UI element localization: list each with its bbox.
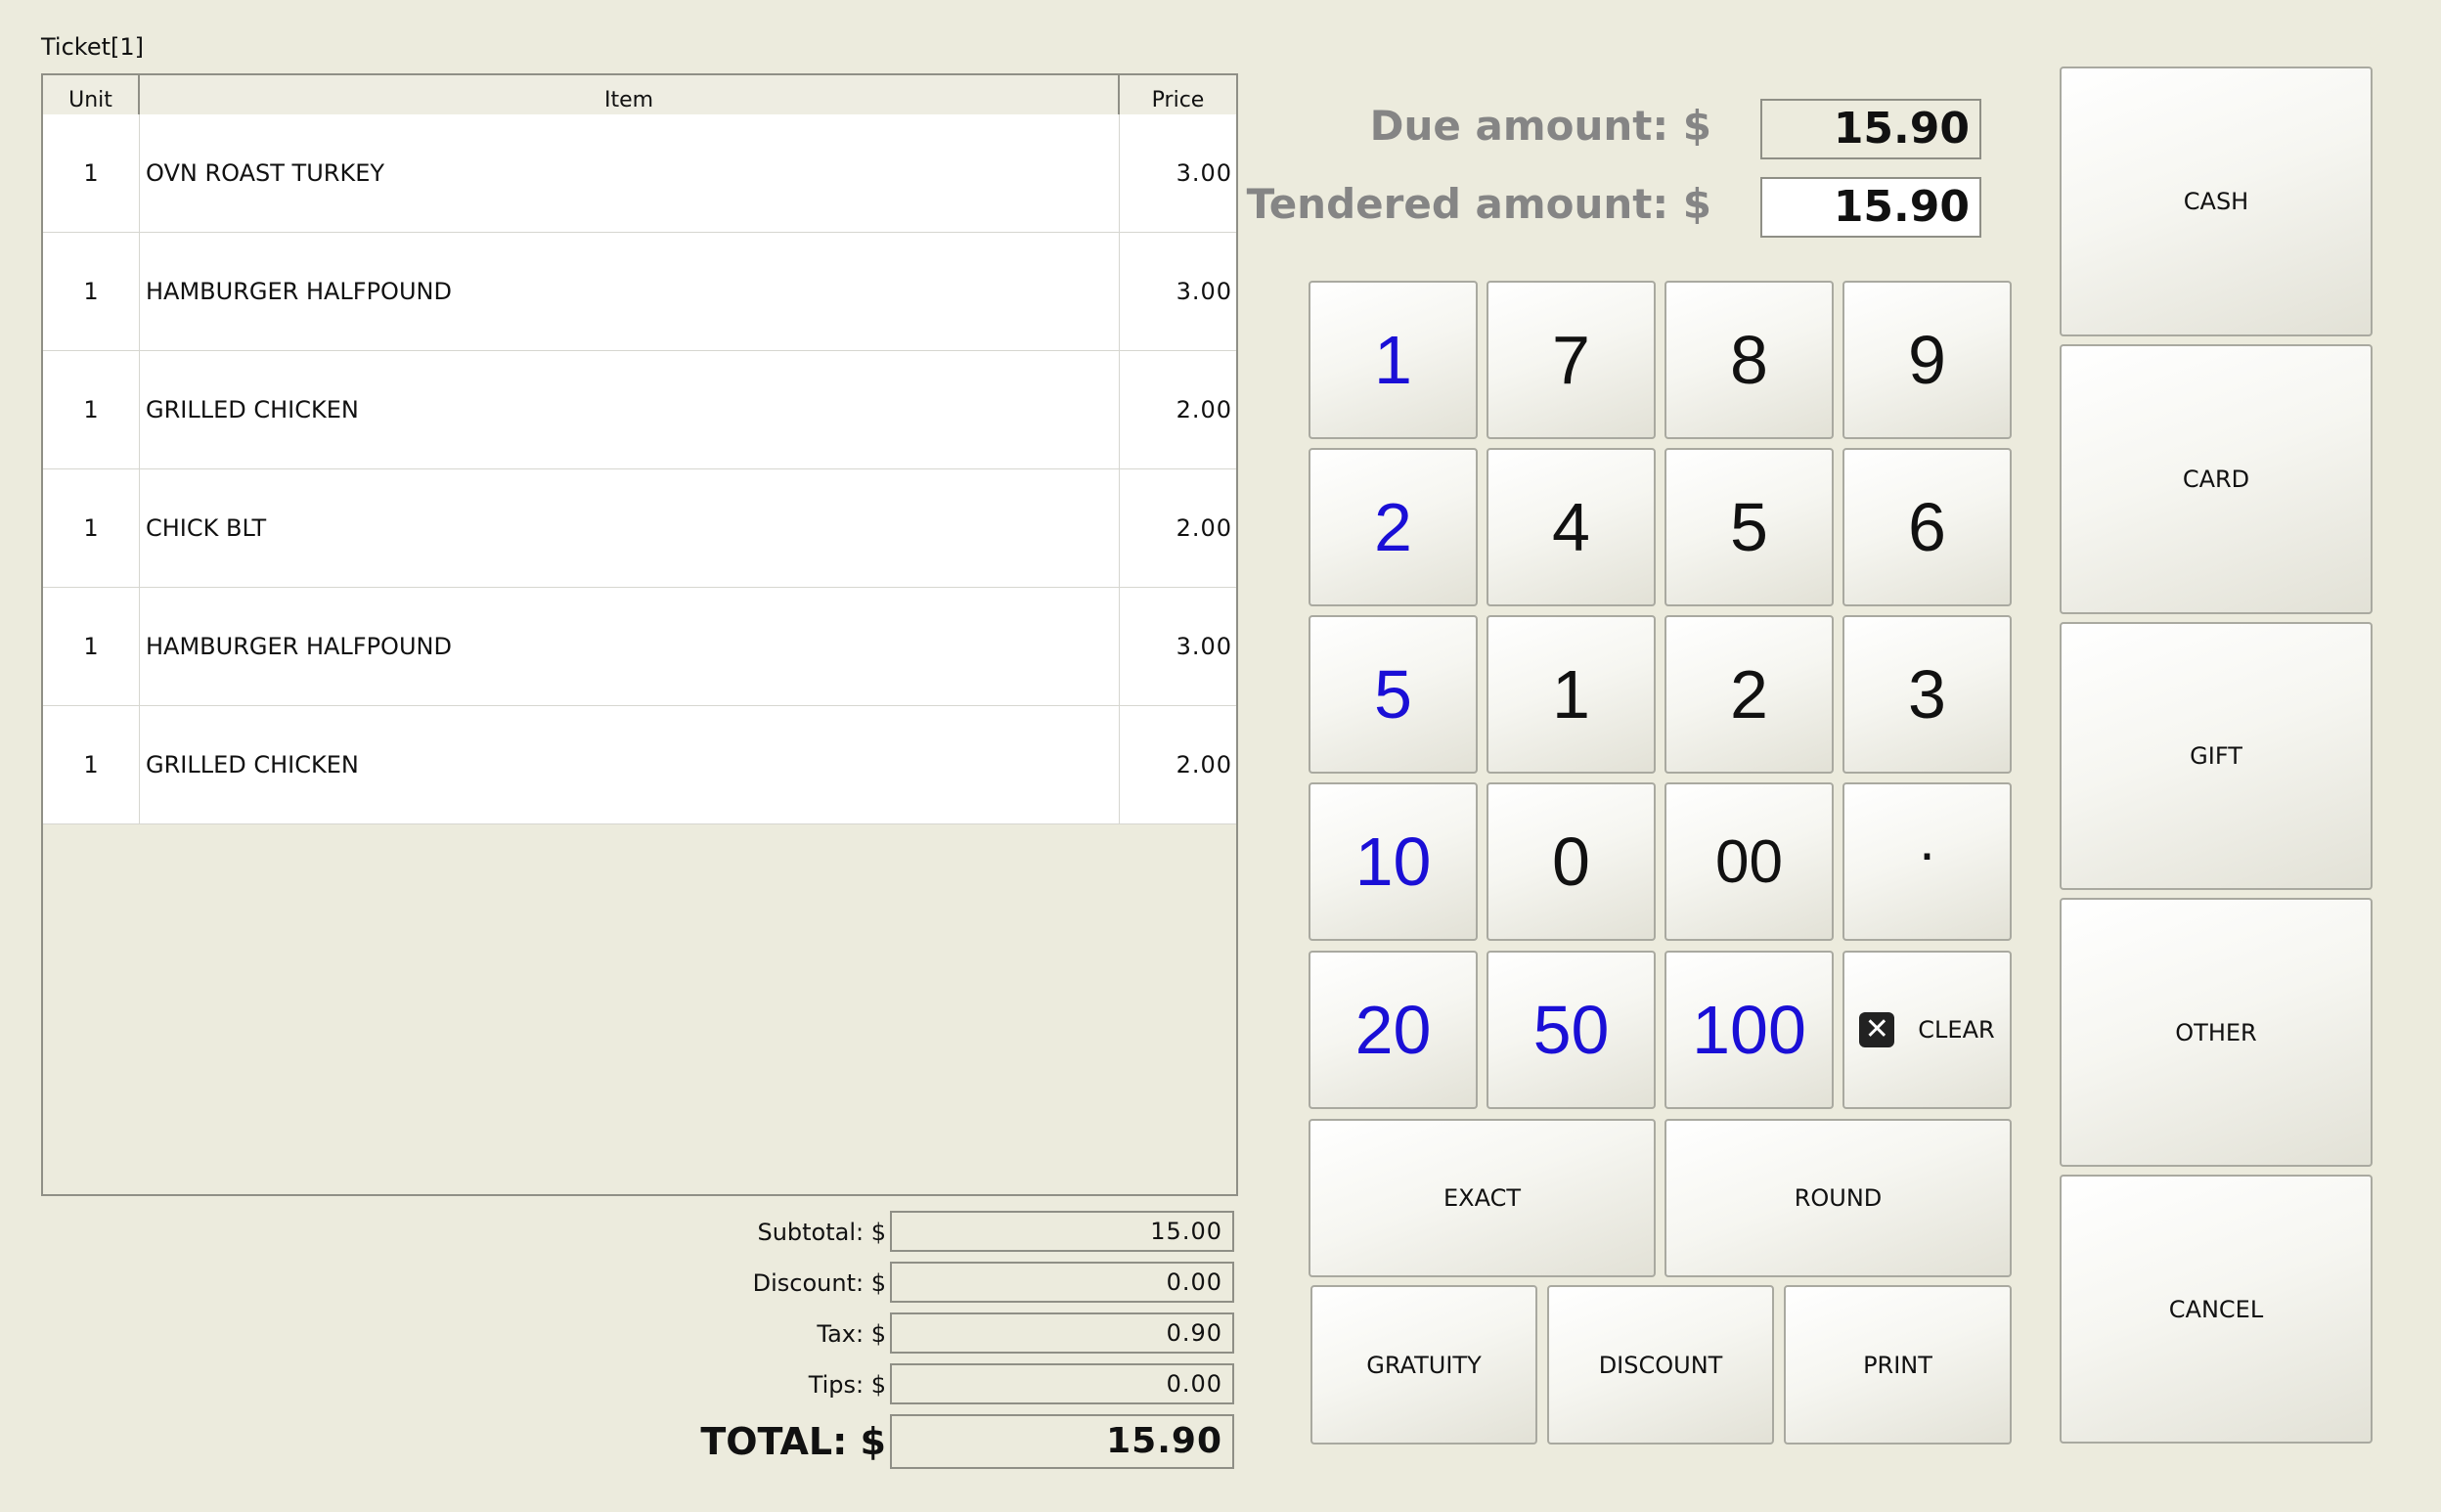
row-price: 2.00 — [1176, 514, 1232, 542]
row-item: HAMBURGER HALFPOUND — [140, 233, 1120, 350]
cancel-button[interactable]: CANCEL — [2060, 1175, 2373, 1444]
tendered-amount-label: Tendered amount: $ — [1246, 180, 1711, 228]
row-item: CHICK BLT — [140, 469, 1120, 587]
quick-key-1[interactable]: 1 — [1309, 281, 1478, 439]
row-item: GRILLED CHICKEN — [140, 706, 1120, 823]
gratuity-button[interactable]: GRATUITY — [1310, 1285, 1537, 1445]
digit-key-3[interactable]: 3 — [1842, 615, 2012, 774]
tendered-amount-input[interactable]: 15.90 — [1760, 177, 1981, 238]
row-price: 2.00 — [1176, 751, 1232, 778]
table-row[interactable]: 1 GRILLED CHICKEN 2.00 — [43, 351, 1236, 469]
digit-key-00[interactable]: 00 — [1664, 782, 1834, 941]
digit-key-0[interactable]: 0 — [1487, 782, 1656, 941]
discount-label: Discount: $ — [752, 1269, 886, 1297]
due-amount-field: 15.90 — [1760, 99, 1981, 159]
digit-key-2[interactable]: 2 — [1664, 615, 1834, 774]
quick-key-50[interactable]: 50 — [1487, 951, 1656, 1109]
row-price: 2.00 — [1176, 396, 1232, 423]
row-unit: 1 — [43, 469, 140, 587]
column-header-item[interactable]: Item — [140, 75, 1120, 114]
row-unit: 1 — [43, 114, 140, 232]
cash-button[interactable]: CASH — [2060, 67, 2373, 336]
quick-key-20[interactable]: 20 — [1309, 951, 1478, 1109]
digit-key-1[interactable]: 1 — [1487, 615, 1656, 774]
row-item: HAMBURGER HALFPOUND — [140, 588, 1120, 705]
table-row[interactable]: 1 GRILLED CHICKEN 2.00 — [43, 706, 1236, 824]
print-button[interactable]: PRINT — [1784, 1285, 2012, 1445]
quick-key-2[interactable]: 2 — [1309, 448, 1478, 606]
tax-label: Tax: $ — [817, 1320, 886, 1348]
gift-button[interactable]: GIFT — [2060, 622, 2373, 890]
row-price: 3.00 — [1176, 278, 1232, 305]
digit-key-9[interactable]: 9 — [1842, 281, 2012, 439]
quick-key-100[interactable]: 100 — [1664, 951, 1834, 1109]
subtotal-label: Subtotal: $ — [757, 1219, 886, 1246]
tips-label: Tips: $ — [808, 1371, 886, 1399]
digit-key-4[interactable]: 4 — [1487, 448, 1656, 606]
row-price: 3.00 — [1176, 633, 1232, 660]
discount-field: 0.00 — [890, 1262, 1234, 1303]
digit-key-8[interactable]: 8 — [1664, 281, 1834, 439]
digit-key-5[interactable]: 5 — [1664, 448, 1834, 606]
ticket-label: Ticket[1] — [41, 33, 144, 61]
subtotal-field: 15.00 — [890, 1211, 1234, 1252]
table-row[interactable]: 1 CHICK BLT 2.00 — [43, 469, 1236, 588]
row-item: OVN ROAST TURKEY — [140, 114, 1120, 232]
row-unit: 1 — [43, 233, 140, 350]
digit-key-7[interactable]: 7 — [1487, 281, 1656, 439]
row-item: GRILLED CHICKEN — [140, 351, 1120, 468]
ticket-table: Unit Item Price 1 OVN ROAST TURKEY 3.00 … — [41, 73, 1238, 1196]
exact-button[interactable]: EXACT — [1309, 1119, 1656, 1277]
clear-button-label: CLEAR — [1918, 1016, 1995, 1044]
column-header-unit[interactable]: Unit — [43, 75, 140, 114]
round-button[interactable]: ROUND — [1664, 1119, 2012, 1277]
decimal-point-key[interactable]: · — [1842, 782, 2012, 941]
card-button[interactable]: CARD — [2060, 344, 2373, 614]
total-field: 15.90 — [890, 1414, 1234, 1469]
row-unit: 1 — [43, 706, 140, 823]
due-amount-label: Due amount: $ — [1369, 102, 1711, 150]
quick-key-5[interactable]: 5 — [1309, 615, 1478, 774]
tax-field: 0.90 — [890, 1312, 1234, 1354]
clear-x-icon: ✕ — [1859, 1012, 1895, 1047]
discount-button[interactable]: DISCOUNT — [1547, 1285, 1774, 1445]
total-label: TOTAL: $ — [700, 1420, 886, 1463]
clear-button[interactable]: ✕ CLEAR — [1842, 951, 2012, 1109]
other-button[interactable]: OTHER — [2060, 898, 2373, 1167]
tips-field: 0.00 — [890, 1363, 1234, 1404]
quick-key-10[interactable]: 10 — [1309, 782, 1478, 941]
row-unit: 1 — [43, 588, 140, 705]
digit-key-6[interactable]: 6 — [1842, 448, 2012, 606]
table-row[interactable]: 1 HAMBURGER HALFPOUND 3.00 — [43, 588, 1236, 706]
row-unit: 1 — [43, 351, 140, 468]
table-row[interactable]: 1 HAMBURGER HALFPOUND 3.00 — [43, 233, 1236, 351]
